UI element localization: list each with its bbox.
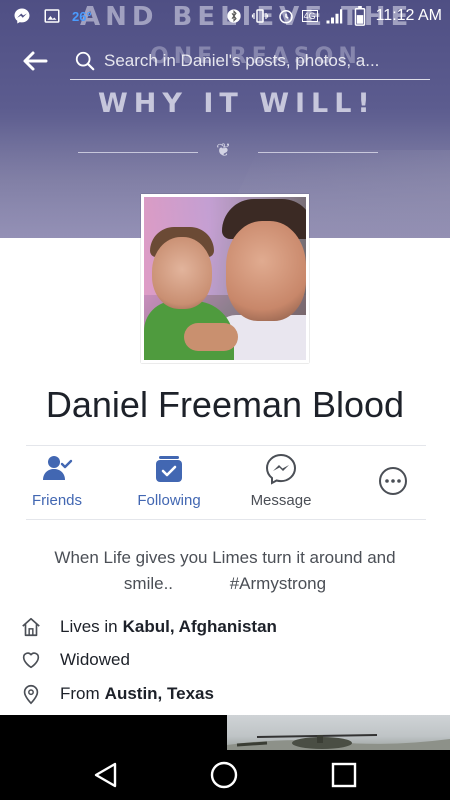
back-button[interactable]: [22, 50, 50, 74]
android-navigation-bar: [0, 750, 450, 800]
helicopter-image: [227, 734, 450, 750]
nav-home-button[interactable]: [209, 760, 239, 790]
following-button[interactable]: Following: [114, 452, 224, 509]
from-value: Austin, Texas: [104, 684, 214, 703]
bio-text: When Life gives you Limes turn it around…: [40, 545, 410, 597]
temperature-readout: 26°: [72, 8, 92, 24]
nav-back-button[interactable]: [91, 760, 121, 790]
following-label: Following: [137, 492, 201, 509]
battery-icon: [350, 6, 370, 26]
bluetooth-icon: [224, 6, 244, 26]
location-pin-icon: [23, 684, 39, 705]
info-from[interactable]: From Austin, Texas: [20, 680, 440, 708]
network-type: 4G: [301, 10, 318, 22]
message-button[interactable]: Message: [226, 452, 336, 509]
back-triangle-icon: [94, 762, 117, 788]
bio-line-2: smile.. #Armystrong: [123, 574, 327, 593]
home-circle-icon: [210, 761, 238, 789]
lives-in-prefix: Lives in: [60, 617, 118, 636]
profile-actions: Friends Following Message: [0, 448, 450, 518]
cover-text-line-3: WHY IT WILL!: [98, 88, 376, 119]
clock: 11:12 AM: [375, 7, 442, 24]
signal-icon: [324, 6, 344, 26]
more-button[interactable]: [338, 464, 448, 498]
vibrate-icon: [250, 6, 270, 26]
following-icon: [156, 456, 182, 482]
bio-line-1: When Life gives you Limes turn it around…: [54, 548, 396, 567]
status-bar: 26° 4G 11:12 AM: [0, 0, 450, 32]
divider: [26, 519, 426, 520]
divider: [26, 445, 426, 446]
search-input[interactable]: Search in Daniel's posts, photos, a...: [70, 44, 430, 80]
cover-flourish: ❦: [78, 140, 378, 160]
back-arrow-icon: [23, 51, 48, 71]
profile-name: Daniel Freeman Blood: [45, 384, 405, 425]
gallery-icon: [42, 6, 62, 26]
from-prefix: From: [60, 684, 100, 703]
messenger-icon: [265, 453, 297, 485]
message-label: Message: [250, 492, 312, 509]
friends-button[interactable]: Friends: [2, 452, 112, 509]
home-icon: [22, 617, 40, 637]
search-placeholder: Search in Daniel's posts, photos, a...: [104, 51, 380, 70]
friends-icon: [43, 456, 73, 480]
lives-in-value: Kabul, Afghanistan: [122, 617, 277, 636]
profile-picture[interactable]: [141, 194, 309, 363]
photos-strip: [0, 715, 450, 750]
info-lives-in[interactable]: Lives in Kabul, Afghanistan: [20, 613, 440, 641]
friends-label: Friends: [31, 492, 83, 509]
alarm-icon: [276, 6, 296, 26]
messenger-icon: [12, 6, 32, 26]
relationship-value: Widowed: [60, 650, 130, 669]
more-icon: [379, 467, 407, 495]
info-relationship[interactable]: Widowed: [20, 646, 440, 674]
recents-square-icon: [331, 762, 357, 788]
photo-thumbnail[interactable]: [0, 715, 222, 750]
search-icon: [74, 50, 96, 72]
photo-thumbnail[interactable]: [227, 715, 450, 750]
heart-icon: [22, 652, 40, 669]
nav-recents-button[interactable]: [329, 760, 359, 790]
